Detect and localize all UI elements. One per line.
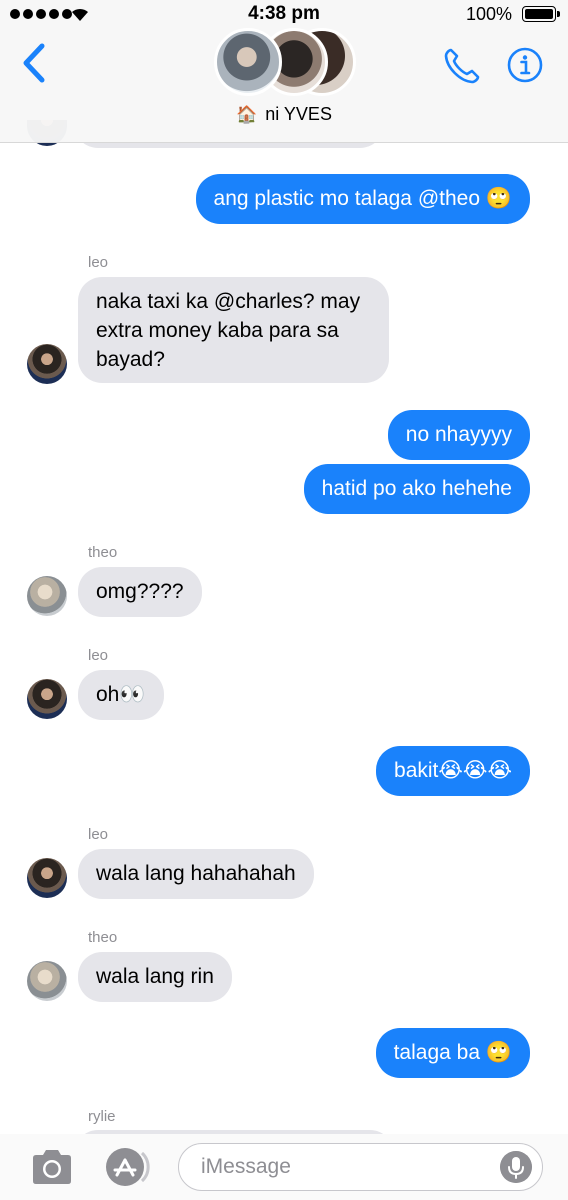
message-text: oh👀: [96, 683, 146, 706]
sender-name: leo: [88, 647, 109, 664]
microphone-icon[interactable]: [500, 1151, 532, 1183]
battery-percentage: 100%: [465, 4, 512, 24]
message-bubble-outgoing[interactable]: no nhayyyy: [387, 410, 530, 460]
message-text: hatid po ako hehehe: [321, 477, 512, 500]
message-text-line: bayad?: [96, 348, 165, 371]
chevron-left-icon[interactable]: [18, 42, 50, 84]
message-bubble-incoming[interactable]: wala lang hahahahah: [78, 849, 314, 899]
group-title[interactable]: 🏠 ni YVES: [0, 104, 568, 125]
phone-icon[interactable]: [442, 46, 482, 86]
sender-name: theo: [88, 929, 118, 946]
message-bubble-outgoing[interactable]: ang plastic mo talaga @theo 🙄: [195, 174, 530, 224]
battery-icon: [522, 6, 560, 22]
message-text: ang plastic mo talaga @theo 🙄: [213, 187, 512, 210]
message-bubble-incoming[interactable]: wala lang rin: [78, 952, 232, 1002]
info-icon[interactable]: [507, 47, 543, 83]
avatar[interactable]: [27, 344, 67, 384]
avatar[interactable]: [27, 961, 67, 1001]
avatar[interactable]: [27, 576, 67, 616]
message-bubble-outgoing[interactable]: talaga ba 🙄: [375, 1028, 530, 1078]
message-text: omg????: [96, 580, 184, 603]
sender-name: leo: [88, 254, 109, 271]
message-input[interactable]: [178, 1143, 543, 1191]
sender-name: rylie: [88, 1108, 116, 1125]
sender-name: leo: [88, 826, 109, 843]
message-bubble-outgoing[interactable]: bakit😭😭😭: [376, 746, 530, 796]
message-text: wala lang hahahahah: [96, 862, 296, 885]
avatar: [214, 28, 282, 96]
conversation-header: 4:38 pm 100% 🏠 ni YVES: [0, 0, 568, 143]
message-bubble-incoming[interactable]: naka taxi ka @charles? may extra money k…: [78, 277, 389, 383]
message-bubble-incoming[interactable]: omg????: [78, 567, 202, 617]
imessage-screen: ang plastic mo talaga @theo 🙄 leo naka t…: [0, 0, 568, 1200]
app-store-icon[interactable]: [104, 1146, 152, 1188]
group-avatars[interactable]: [214, 28, 356, 96]
camera-icon[interactable]: [30, 1148, 74, 1186]
compose-bar: [0, 1134, 568, 1200]
message-text: bakit😭😭😭: [394, 759, 512, 782]
status-bar: 4:38 pm 100%: [0, 0, 568, 30]
message-text: wala lang rin: [96, 965, 214, 988]
house-icon: 🏠: [236, 105, 258, 124]
message-text-line: naka taxi ka @charles? may: [96, 290, 361, 313]
sender-name: theo: [88, 544, 118, 561]
message-text: talaga ba 🙄: [393, 1041, 512, 1064]
message-text: no nhayyyy: [405, 423, 512, 446]
message-text-line: extra money kaba para sa: [96, 319, 339, 342]
message-bubble-outgoing[interactable]: hatid po ako hehehe: [303, 464, 530, 514]
message-bubble-incoming[interactable]: oh👀: [78, 670, 164, 720]
group-name: ni YVES: [265, 104, 332, 124]
avatar[interactable]: [27, 858, 67, 898]
avatar[interactable]: [27, 679, 67, 719]
